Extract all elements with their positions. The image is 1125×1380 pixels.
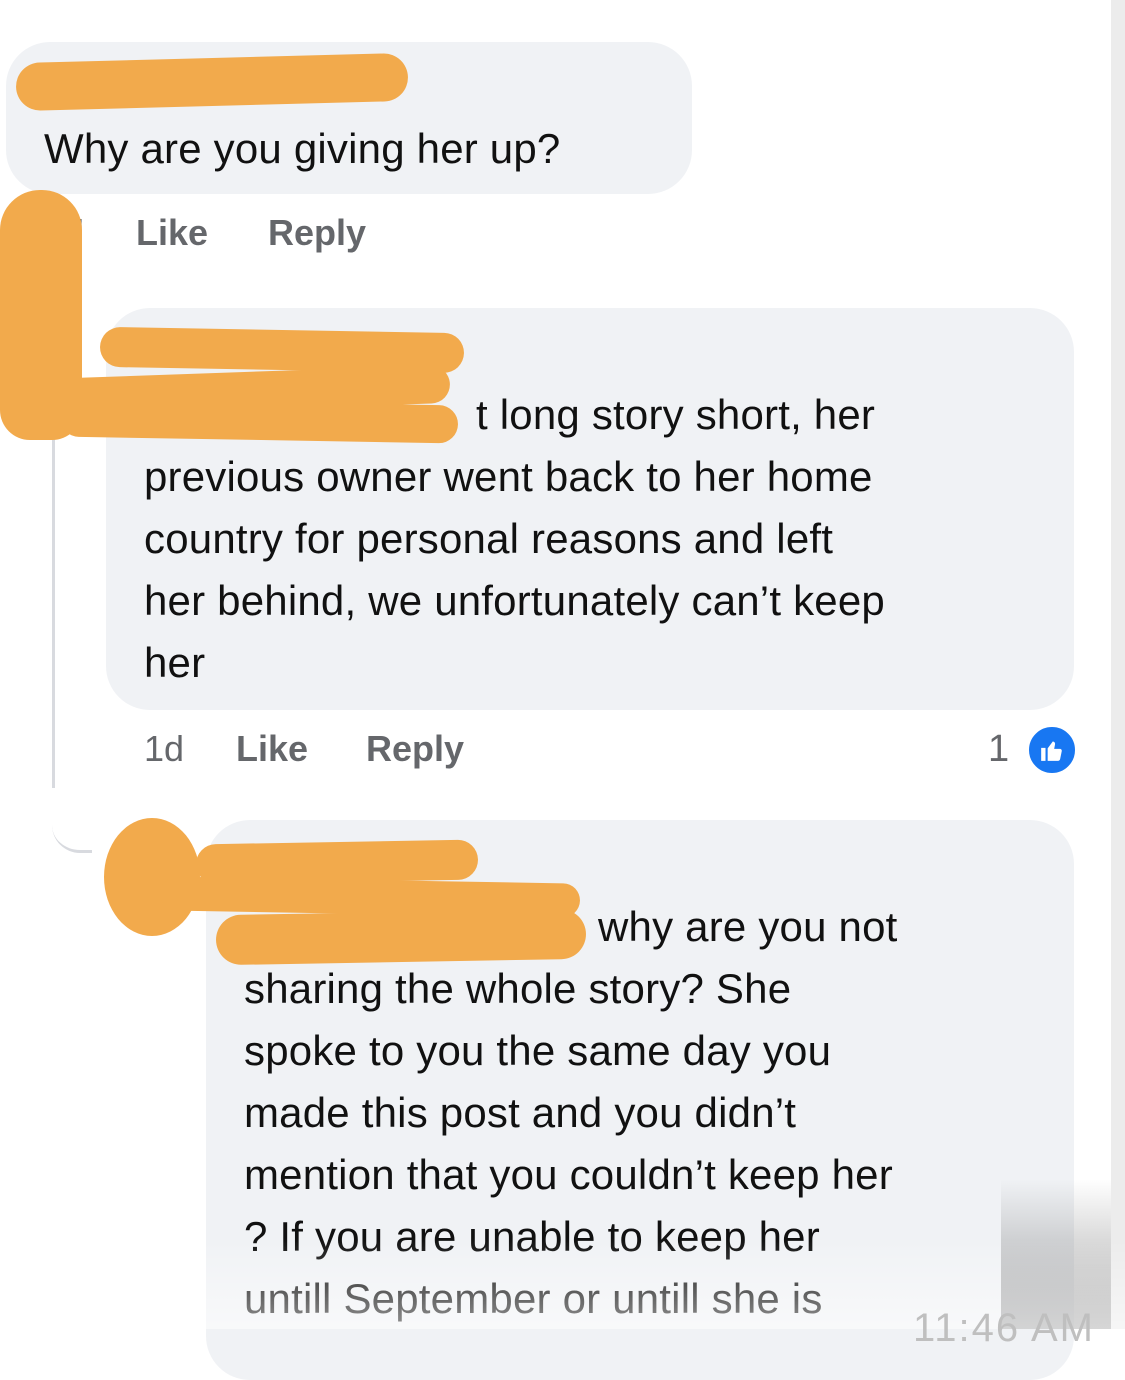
nested-reply-line: mention that you couldn’t keep her (244, 1151, 893, 1198)
nested-reply-line: sharing the whole story? She (244, 965, 792, 1012)
reply-text: t long story short, her previous owner w… (144, 384, 1064, 694)
reply-button[interactable]: Reply (366, 728, 464, 770)
nested-reply-line: made this post and you didn’t (244, 1089, 797, 1136)
reply-line: her behind, we unfortunately can’t keep (144, 577, 885, 624)
like-button[interactable]: Like (236, 728, 308, 770)
nested-reply-line: untill September or untill she is (244, 1275, 823, 1322)
comment-text: Why are you giving her up? (44, 125, 561, 172)
thread-connector-curve (52, 790, 92, 853)
screen-edge (1111, 0, 1125, 1329)
reply-line: her (144, 639, 206, 686)
nested-reply-text: why are you not sharing the whole story?… (244, 896, 1064, 1330)
thumbs-up-icon (1026, 724, 1078, 776)
nested-reply-line: ? If you are unable to keep her (244, 1213, 820, 1260)
reaction-count[interactable]: 1 (988, 728, 1009, 771)
reply-line: previous owner went back to her home (144, 453, 873, 500)
reply-actions: 1d Like Reply (0, 728, 1100, 778)
like-button[interactable]: Like (136, 212, 208, 254)
comment-actions: d Like Reply (0, 212, 600, 262)
reply-line: country for personal reasons and left (144, 515, 834, 562)
nested-reply-line: why are you not (598, 903, 898, 950)
screen-shadow (1001, 1179, 1111, 1329)
nested-reply-line: spoke to you the same day you (244, 1027, 832, 1074)
reply-timestamp: 1d (144, 728, 185, 769)
redacted-author-name (15, 52, 409, 112)
reply-button[interactable]: Reply (268, 212, 366, 254)
reply-line: t long story short, her (476, 391, 876, 438)
